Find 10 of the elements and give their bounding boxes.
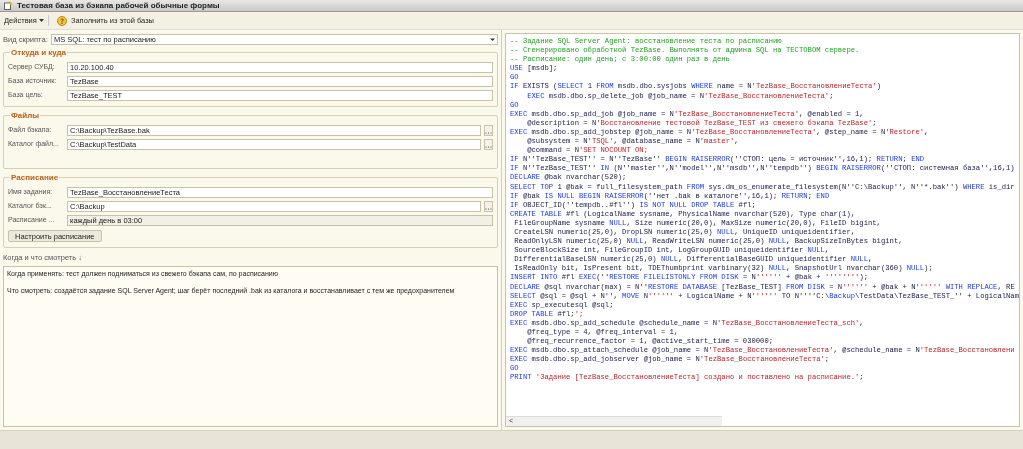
caret-icon xyxy=(38,18,44,23)
window-title: Тестовая база из бэкапа рабочей обычные формы xyxy=(17,0,220,12)
browse-button[interactable] xyxy=(483,201,493,212)
browse-button[interactable] xyxy=(483,139,493,150)
browse-button[interactable] xyxy=(483,125,493,136)
form-icon xyxy=(4,1,13,10)
help-icon xyxy=(56,15,67,26)
notes-text-area[interactable] xyxy=(3,266,498,427)
code-editor[interactable] xyxy=(504,33,1020,427)
group-title: Откуда и куда xyxy=(10,47,68,59)
